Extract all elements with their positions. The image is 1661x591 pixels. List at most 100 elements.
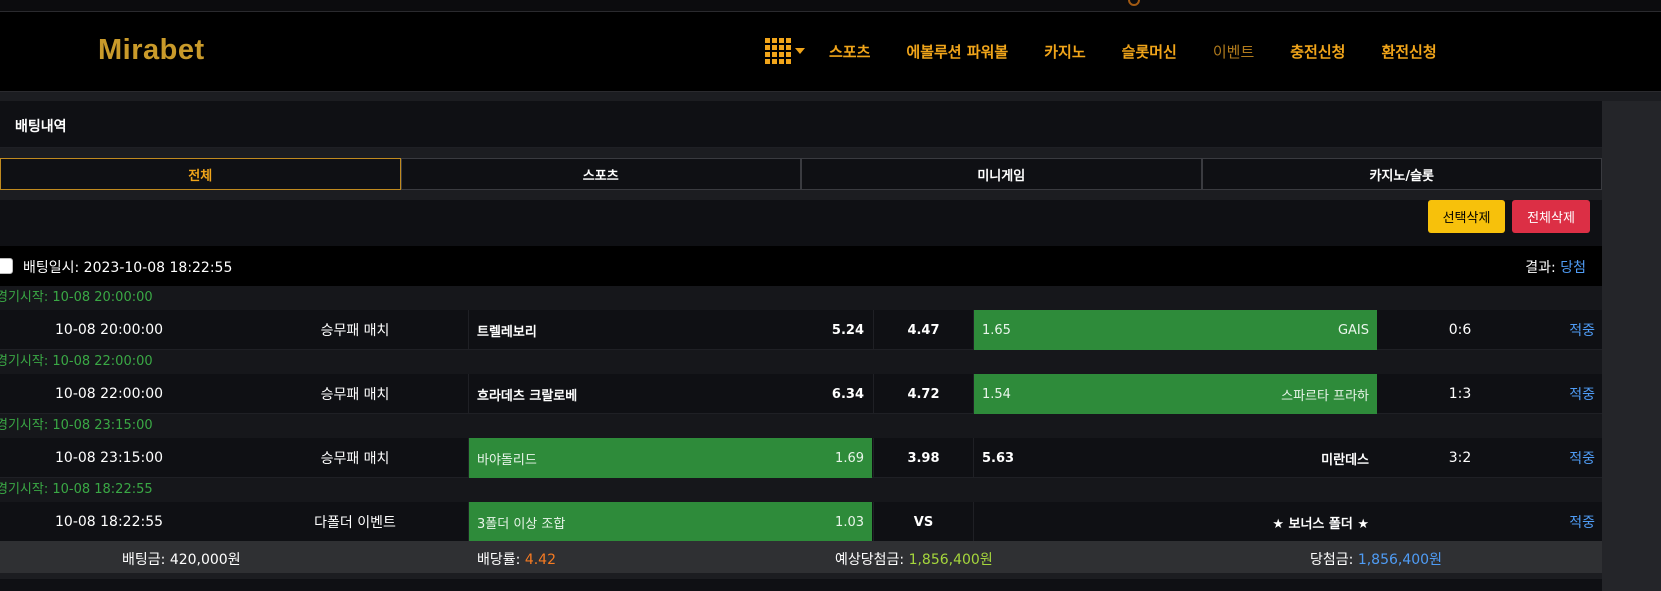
summary-bet-label: 배팅금: [122, 552, 170, 568]
match-score [1430, 502, 1490, 542]
away-team: 미란데스 [1321, 452, 1369, 468]
summary-win: 당첨금: 1,856,400원 [1310, 549, 1442, 569]
all-delete-button[interactable]: 전체삭제 [1512, 200, 1590, 233]
match-type: 승무패 매치 [320, 451, 390, 467]
nav-powerball[interactable]: 에볼루션 파워볼 [906, 41, 1008, 62]
match-start-row: 경기시작: 10-08 22:00:00 [0, 350, 1602, 374]
logo[interactable]: Mirabet [98, 34, 205, 67]
home-odds: 1.03 [835, 514, 864, 530]
header: Mirabet 스포츠 에볼루션 파워볼 카지노 슬롯머신 이벤트 충전신청 환… [0, 12, 1661, 92]
match-start-time: 경기시작: 10-08 22:00:00 [0, 354, 153, 369]
table-row: 10-08 22:00:00 승무패 매치 흐라데츠 크랄로베 6.34 4.72 1.5… [0, 374, 1602, 414]
tab-casino-slot[interactable]: 카지노/슬롯 [1201, 158, 1602, 190]
summary-bet: 배팅금: 420,000원 [122, 549, 241, 569]
match-type: 승무패 매치 [320, 323, 390, 339]
draw-odds[interactable]: 4.47 [875, 310, 972, 350]
tabs: 전체 스포츠 미니게임 카지노/슬롯 [0, 158, 1602, 190]
match-status: 적중 [1569, 387, 1595, 403]
match-start-time: 경기시작: 10-08 23:15:00 [0, 418, 153, 433]
table-row: 10-08 23:15:00 승무패 매치 바야돌리드 1.69 3.98 5.63 미란데… [0, 438, 1602, 478]
top-strip [0, 0, 1661, 12]
summary-expected-label: 예상당첨금: [835, 552, 909, 568]
chevron-down-icon[interactable] [795, 48, 805, 54]
bet-checkbox[interactable] [0, 258, 13, 274]
match-score: 0:6 [1448, 322, 1472, 338]
nav-withdraw[interactable]: 환전신청 [1381, 41, 1436, 62]
summary-win-label: 당첨금: [1310, 552, 1358, 568]
match-type: 다폴더 이벤트 [314, 515, 396, 531]
match-score: 3:2 [1448, 450, 1472, 466]
bet-header: 배팅일시: 2023-10-08 18:22:55 결과: 당첨 [0, 246, 1602, 286]
away-odds: 1.65 [982, 322, 1011, 338]
result-value: 당첨 [1560, 260, 1586, 276]
nav-deposit[interactable]: 충전신청 [1290, 41, 1345, 62]
table-row: 10-08 20:00:00 승무패 매치 트렐레보리 5.24 4.47 1.65 GAI… [0, 310, 1602, 350]
away-odds: 5.63 [982, 450, 1015, 466]
home-odds: 5.24 [831, 322, 864, 338]
away-team-cell[interactable]: 1.65 GAIS [974, 310, 1377, 350]
bet-date: 배팅일시: 2023-10-08 18:22:55 [23, 260, 233, 276]
home-team-cell[interactable]: 흐라데츠 크랄로베 6.34 [469, 374, 872, 414]
nav-event[interactable]: 이벤트 [1213, 41, 1254, 62]
home-team: 바야돌리드 [477, 452, 537, 468]
page-title: 배팅내역 [15, 119, 67, 135]
tab-all[interactable]: 전체 [0, 158, 401, 190]
match-start-time: 경기시작: 10-08 20:00:00 [0, 290, 153, 305]
draw-odds[interactable]: 3.98 [875, 438, 972, 478]
match-time: 10-08 23:15:00 [55, 450, 164, 466]
nav-sports[interactable]: 스포츠 [829, 41, 870, 62]
action-bar: 선택삭제 전체삭제 [0, 200, 1602, 246]
summary-expected: 예상당첨금: 1,856,400원 [835, 549, 993, 569]
home-team-cell[interactable]: 3폴더 이상 조합 1.03 [469, 502, 872, 542]
match-type: 승무패 매치 [320, 387, 390, 403]
draw-odds[interactable]: 4.72 [875, 374, 972, 414]
summary-bet-value: 420,000원 [169, 552, 241, 568]
match-status: 적중 [1569, 515, 1595, 531]
away-team-cell[interactable]: ★ 보너스 폴더 ★ [974, 502, 1377, 542]
side-gap [1602, 101, 1661, 591]
nav-slot[interactable]: 슬롯머신 [1122, 41, 1177, 62]
summary-win-value: 1,856,400원 [1357, 552, 1442, 568]
main-nav: 스포츠 에볼루션 파워볼 카지노 슬롯머신 이벤트 충전신청 환전신청 [765, 36, 1473, 66]
tab-minigame[interactable]: 미니게임 [801, 158, 1202, 190]
match-start-row: 경기시작: 10-08 23:15:00 [0, 414, 1602, 438]
away-team: GAIS [1337, 322, 1369, 338]
match-start-row: 경기시작: 10-08 20:00:00 [0, 286, 1602, 310]
bet-result: 결과: 당첨 [1525, 257, 1586, 277]
match-time: 10-08 20:00:00 [55, 322, 164, 338]
home-odds: 1.69 [835, 450, 864, 466]
tab-sports[interactable]: 스포츠 [400, 158, 801, 190]
home-odds: 6.34 [831, 386, 864, 402]
summary-expected-value: 1,856,400원 [908, 552, 993, 568]
bet-summary: 배팅금: 420,000원 배당률: 4.42 예상당첨금: 1,856,400… [0, 541, 1602, 573]
home-team: 3폴더 이상 조합 [477, 516, 566, 532]
home-team: 흐라데츠 크랄로베 [477, 388, 578, 404]
match-score: 1:3 [1448, 386, 1472, 402]
circle-icon [1128, 0, 1140, 6]
away-odds: 1.54 [982, 386, 1011, 402]
title-bar: 배팅내역 [0, 101, 1602, 148]
page: Mirabet 스포츠 에볼루션 파워볼 카지노 슬롯머신 이벤트 충전신청 환… [0, 0, 1661, 591]
summary-rate-value: 4.42 [524, 552, 556, 568]
bottom-bar [0, 573, 1602, 591]
select-delete-button[interactable]: 선택삭제 [1428, 200, 1505, 233]
home-team: 트렐레보리 [477, 324, 537, 340]
away-team-cell[interactable]: 5.63 미란데스 [974, 438, 1377, 478]
away-team: 스파르타 프라하 [1281, 388, 1369, 404]
match-start-row: 경기시작: 10-08 18:22:55 [0, 478, 1602, 502]
home-team-cell[interactable]: 바야돌리드 1.69 [469, 438, 872, 478]
away-team: ★ 보너스 폴더 ★ [1272, 516, 1369, 532]
summary-rate-label: 배당률: [477, 552, 525, 568]
table-row: 10-08 18:22:55 다폴더 이벤트 3폴더 이상 조합 1.03 VS ★ 보너… [0, 502, 1602, 542]
summary-rate: 배당률: 4.42 [477, 549, 556, 569]
nav-casino[interactable]: 카지노 [1044, 41, 1085, 62]
match-time: 10-08 18:22:55 [55, 514, 164, 530]
match-status: 적중 [1569, 451, 1595, 467]
draw-odds[interactable]: VS [875, 502, 972, 542]
match-status: 적중 [1569, 323, 1595, 339]
result-prefix: 결과: [1525, 260, 1561, 276]
match-time: 10-08 22:00:00 [55, 386, 164, 402]
away-team-cell[interactable]: 1.54 스파르타 프라하 [974, 374, 1377, 414]
grid-menu-icon[interactable] [765, 38, 791, 64]
home-team-cell[interactable]: 트렐레보리 5.24 [469, 310, 872, 350]
